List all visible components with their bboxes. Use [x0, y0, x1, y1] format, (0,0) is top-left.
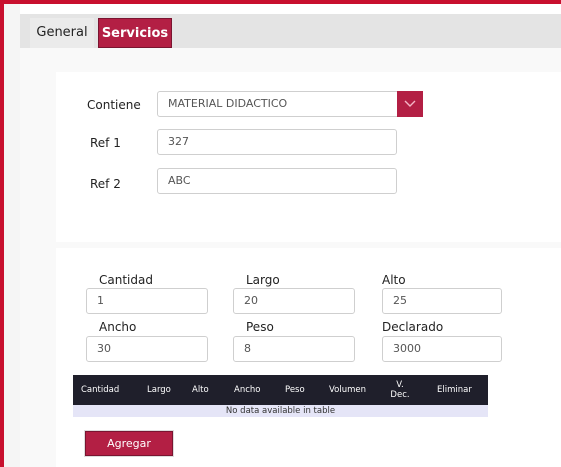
cantidad-input[interactable]: 1: [86, 288, 208, 314]
ref2-label: Ref 2: [90, 177, 121, 191]
table-header-v-dec[interactable]: V. Dec.: [388, 375, 412, 405]
table-header-peso[interactable]: Peso: [285, 375, 305, 405]
tab-general[interactable]: General: [30, 18, 94, 48]
contents-card: Contiene MATERIAL DIDACTICO Ref 1 327 Re…: [56, 72, 561, 242]
side-gutter: [4, 4, 20, 467]
table-empty-message: No data available in table: [225, 406, 336, 416]
table-header-cantidad[interactable]: Cantidad: [81, 375, 119, 405]
table-header-largo[interactable]: Largo: [147, 375, 171, 405]
largo-label: Largo: [246, 273, 280, 287]
declarado-input[interactable]: 3000: [382, 336, 502, 362]
largo-input[interactable]: 20: [233, 288, 355, 314]
table-header-volumen[interactable]: Volumen: [329, 375, 366, 405]
alto-input[interactable]: 25: [382, 288, 502, 314]
table-empty-row: No data available in table: [73, 405, 488, 417]
peso-value: 8: [244, 342, 251, 355]
declarado-value: 3000: [393, 342, 421, 355]
cantidad-label: Cantidad: [99, 273, 153, 287]
ref1-label: Ref 1: [90, 136, 121, 150]
cantidad-value: 1: [97, 294, 104, 307]
contiene-value: MATERIAL DIDACTICO: [168, 97, 288, 110]
tab-bar: General Servicios: [20, 14, 561, 49]
items-table: Cantidad Largo Alto Ancho Peso Volumen V…: [73, 375, 488, 417]
ref1-input[interactable]: 327: [157, 129, 397, 155]
table-header-ancho[interactable]: Ancho: [234, 375, 260, 405]
alto-value: 25: [393, 294, 407, 307]
contiene-label: Contiene: [87, 98, 141, 112]
table-header-alto[interactable]: Alto: [192, 375, 209, 405]
ref2-input[interactable]: ABC: [157, 168, 397, 194]
contiene-select[interactable]: MATERIAL DIDACTICO: [157, 91, 423, 117]
ancho-input[interactable]: 30: [86, 336, 208, 362]
add-button[interactable]: Agregar: [85, 431, 173, 456]
chevron-down-icon[interactable]: [397, 91, 423, 117]
peso-label: Peso: [246, 320, 274, 334]
ancho-label: Ancho: [99, 320, 137, 334]
ref2-value: ABC: [168, 174, 191, 187]
declarado-label: Declarado: [382, 320, 444, 334]
tab-servicios[interactable]: Servicios: [98, 18, 172, 48]
largo-value: 20: [244, 294, 258, 307]
window-top-border: [0, 0, 561, 4]
table-header: Cantidad Largo Alto Ancho Peso Volumen V…: [73, 375, 488, 405]
ref1-value: 327: [168, 135, 189, 148]
table-header-eliminar[interactable]: Eliminar: [437, 375, 472, 405]
alto-label: Alto: [382, 273, 406, 287]
peso-input[interactable]: 8: [233, 336, 355, 362]
ancho-value: 30: [97, 342, 111, 355]
